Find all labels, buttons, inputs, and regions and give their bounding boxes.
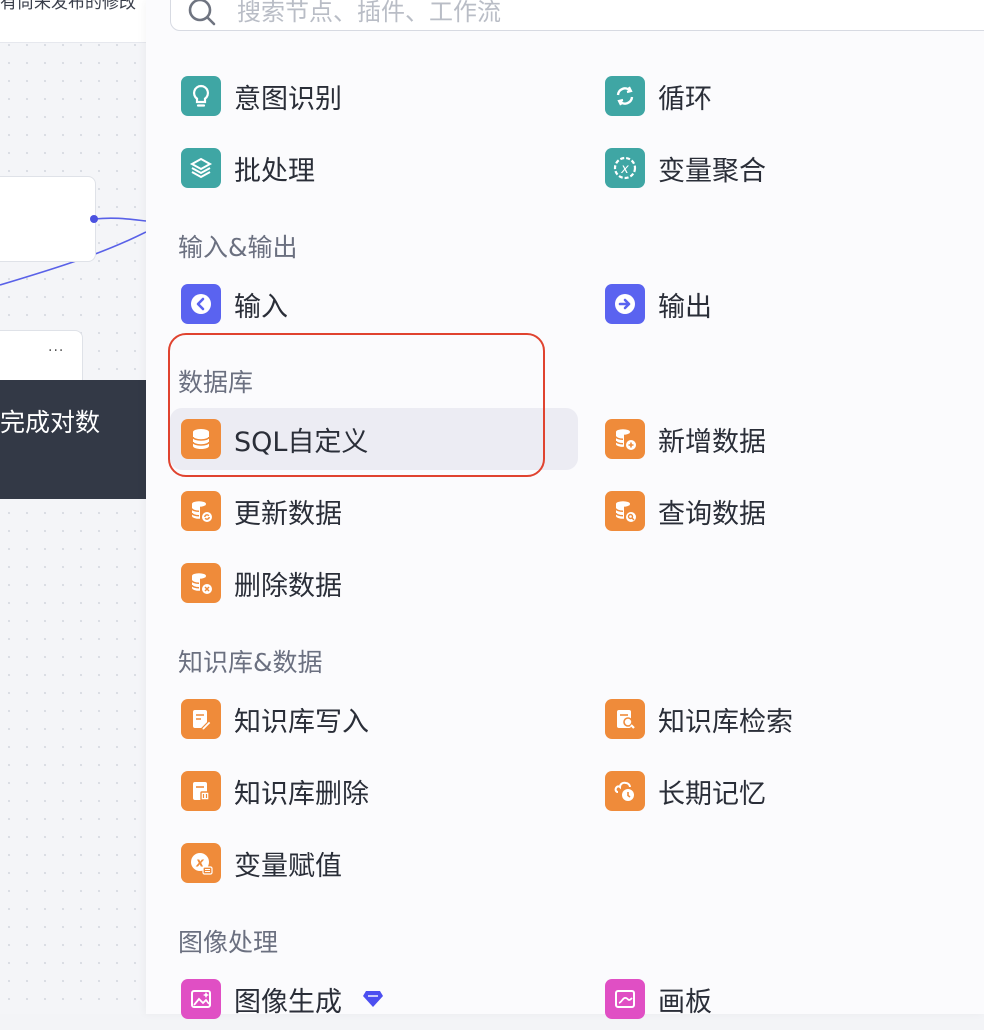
section-title-knowledge: 知识库&数据: [178, 648, 323, 677]
workflow-node-card[interactable]: [0, 176, 96, 262]
section-title-io: 输入&输出: [178, 233, 298, 262]
node-item-label: 批处理: [234, 155, 315, 187]
node-item-label: 图像生成: [234, 986, 342, 1018]
node-item-variable-assign[interactable]: x 变量赋值: [170, 832, 570, 894]
section-title-database: 数据库: [178, 368, 254, 397]
lightbulb-icon: [181, 76, 221, 116]
node-item-label: 长期记忆: [658, 778, 766, 810]
node-item-batch[interactable]: 批处理: [170, 137, 570, 199]
memory-clock-icon: [605, 771, 645, 811]
svg-text:x: x: [620, 162, 629, 177]
node-item-long-memory[interactable]: 长期记忆: [594, 760, 954, 822]
node-item-delete-data[interactable]: 删除数据: [170, 552, 570, 614]
search-input[interactable]: [235, 0, 839, 27]
node-item-label: 变量赋值: [234, 850, 342, 882]
node-tooltip: [0, 380, 146, 499]
node-item-kb-delete[interactable]: 知识库删除: [170, 760, 570, 822]
variable-aggregate-icon: x: [605, 148, 645, 188]
node-item-output[interactable]: 输出: [594, 273, 954, 335]
variable-assign-icon: x: [181, 843, 221, 883]
more-options-icon[interactable]: ···: [48, 343, 64, 359]
workflow-canvas[interactable]: 有尚未发布的修改 ··· 完成对数: [0, 0, 146, 1014]
node-item-label: 知识库写入: [234, 706, 369, 738]
node-item-label: 输入: [234, 291, 288, 323]
database-refresh-icon: [181, 491, 221, 531]
knowledge-delete-icon: [181, 771, 221, 811]
node-item-intent[interactable]: 意图识别: [170, 65, 570, 127]
node-item-add-data[interactable]: 新增数据: [594, 408, 954, 470]
node-item-image-generate[interactable]: 图像生成: [170, 968, 570, 1030]
node-item-label: 删除数据: [234, 570, 342, 602]
add-node-panel: 意图识别 循环 批处理 x 变量聚合 输入&输出 输入 输出 数据库: [146, 0, 984, 1019]
node-item-label: 输出: [658, 291, 712, 323]
node-item-sql-custom[interactable]: SQL自定义: [170, 408, 578, 470]
knowledge-write-icon: [181, 699, 221, 739]
database-search-icon: [605, 491, 645, 531]
database-icon: [181, 419, 221, 459]
node-item-label: 知识库检索: [658, 706, 793, 738]
node-item-label: 意图识别: [234, 83, 342, 115]
node-item-label: 查询数据: [658, 498, 766, 530]
node-item-canvas-board[interactable]: 画板: [594, 968, 954, 1030]
search-icon: [188, 0, 216, 26]
database-add-icon: [605, 419, 645, 459]
search-box[interactable]: [170, 0, 984, 31]
node-item-label: SQL自定义: [234, 426, 369, 458]
output-arrow-icon: [605, 284, 645, 324]
node-item-input[interactable]: 输入: [170, 273, 570, 335]
input-arrow-icon: [181, 284, 221, 324]
node-item-label: 变量聚合: [658, 155, 766, 187]
node-item-label: 画板: [658, 986, 712, 1018]
node-item-label: 循环: [658, 83, 712, 115]
database-delete-icon: [181, 563, 221, 603]
tooltip-text: 完成对数: [0, 408, 101, 437]
knowledge-search-icon: [605, 699, 645, 739]
node-item-loop[interactable]: 循环: [594, 65, 954, 127]
section-title-image: 图像处理: [178, 928, 279, 957]
image-generate-icon: [181, 979, 221, 1019]
node-item-label: 新增数据: [658, 426, 766, 458]
node-item-query-data[interactable]: 查询数据: [594, 480, 954, 542]
node-item-variable-aggregate[interactable]: x 变量聚合: [594, 137, 954, 199]
diamond-icon: [362, 990, 384, 1008]
node-item-label: 知识库删除: [234, 778, 369, 810]
loop-icon: [605, 76, 645, 116]
node-item-label: 更新数据: [234, 498, 342, 530]
layers-icon: [181, 148, 221, 188]
node-item-update-data[interactable]: 更新数据: [170, 480, 570, 542]
node-item-kb-search[interactable]: 知识库检索: [594, 688, 954, 750]
node-output-port[interactable]: [90, 215, 98, 223]
node-item-kb-write[interactable]: 知识库写入: [170, 688, 570, 750]
canvas-board-icon: [605, 979, 645, 1019]
